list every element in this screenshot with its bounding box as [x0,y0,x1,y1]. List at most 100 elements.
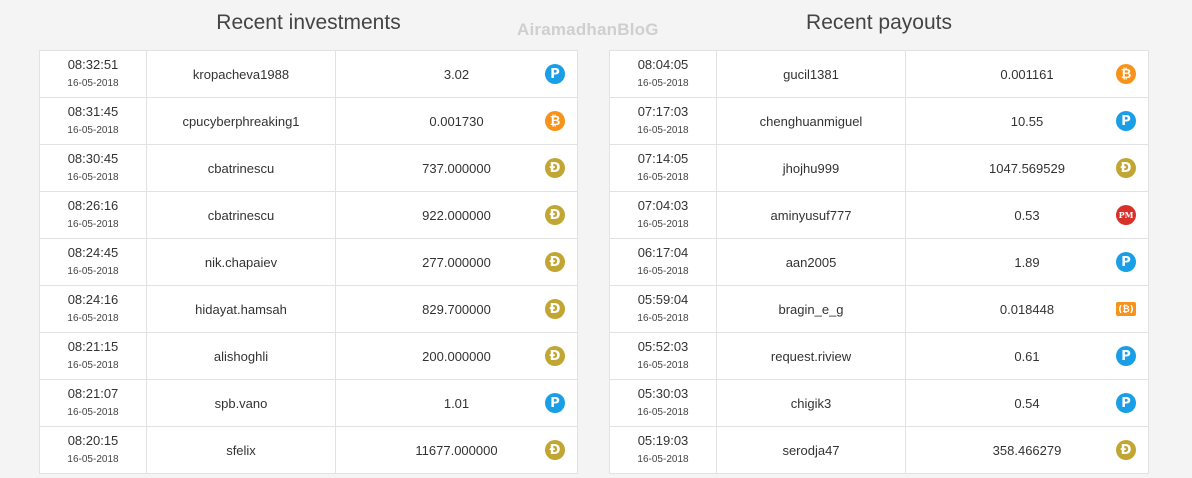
date-text: 16-05-2018 [67,172,119,183]
amount-text: 0.001161 [1000,66,1054,82]
recent-investments-panel: Recent investments 08:32:51 16-05-2018 kro… [39,0,578,474]
table-row: 08:30:45 16-05-2018 cbatrinescu 737.000000 Đ [39,144,578,192]
payeer-icon: P [1116,393,1136,413]
dogecoin-icon: Đ [545,440,565,460]
username-cell: kropacheva1988 [146,50,336,98]
username-cell: cbatrinescu [146,144,336,192]
perfect-money-icon: PM [1116,205,1136,225]
amount-cell: 737.000000 Đ [335,144,578,192]
table-row: 08:20:15 16-05-2018 sfelix 11677.000000 Đ [39,426,578,474]
amount-text: 0.61 [1014,348,1040,364]
table-row: 08:04:05 16-05-2018 gucil1381 0.001161 ₿ [609,50,1149,98]
table-row: 05:59:04 16-05-2018 bragin_e_g 0.018448 (₿) [609,285,1149,333]
amount-cell: 1.01 P [335,379,578,427]
username-cell: aan2005 [716,238,906,286]
dogecoin-icon: Đ [545,346,565,366]
time-text: 07:17:03 [637,104,689,119]
dogecoin-icon: Đ [1116,440,1136,460]
time-text: 08:32:51 [67,57,119,72]
time-cell: 07:17:03 16-05-2018 [609,97,717,145]
time-cell: 08:30:45 16-05-2018 [39,144,147,192]
time-text: 05:59:04 [637,292,689,307]
amount-cell: 3.02 P [335,50,578,98]
table-row: 07:04:03 16-05-2018 aminyusuf777 0.53 PM [609,191,1149,239]
username-cell: jhojhu999 [716,144,906,192]
amount-cell: 0.61 P [905,332,1149,380]
date-text: 16-05-2018 [67,313,119,324]
username-cell: aminyusuf777 [716,191,906,239]
amount-text: 0.53 [1014,207,1040,223]
time-cell: 08:21:07 16-05-2018 [39,379,147,427]
username-cell: sfelix [146,426,336,474]
table-row: 05:52:03 16-05-2018 request.riview 0.61 P [609,332,1149,380]
time-text: 05:19:03 [637,433,689,448]
amount-text: 200.000000 [422,348,491,364]
recent-payouts-title: Recent payouts [806,11,952,34]
date-text: 16-05-2018 [637,172,689,183]
username-cell: bragin_e_g [716,285,906,333]
amount-cell: 0.001161 ₿ [905,50,1149,98]
time-text: 08:21:07 [67,386,119,401]
date-text: 16-05-2018 [637,78,689,89]
time-text: 08:30:45 [67,151,119,166]
time-cell: 08:32:51 16-05-2018 [39,50,147,98]
username-cell: chigik3 [716,379,906,427]
time-text: 06:17:04 [637,245,689,260]
recent-investments-title: Recent investments [216,11,401,34]
amount-cell: 0.53 PM [905,191,1149,239]
date-text: 16-05-2018 [67,360,119,371]
time-cell: 07:04:03 16-05-2018 [609,191,717,239]
table-row: 08:26:16 16-05-2018 cbatrinescu 922.000000 Đ [39,191,578,239]
time-text: 07:14:05 [637,151,689,166]
recent-payouts-panel: Recent payouts 08:04:05 16-05-2018 gucil13… [609,0,1149,474]
date-text: 16-05-2018 [67,266,119,277]
bitcoin-cash-icon: (₿) [1116,302,1136,316]
table-row: 08:21:07 16-05-2018 spb.vano 1.01 P [39,379,578,427]
amount-cell: 277.000000 Đ [335,238,578,286]
username-cell: chenghuanmiguel [716,97,906,145]
table-row: 08:24:16 16-05-2018 hidayat.hamsah 829.7000… [39,285,578,333]
dogecoin-icon: Đ [545,205,565,225]
time-cell: 05:30:03 16-05-2018 [609,379,717,427]
table-row: 07:14:05 16-05-2018 jhojhu999 1047.569529 Đ [609,144,1149,192]
date-text: 16-05-2018 [637,454,689,465]
amount-text: 0.001730 [429,113,484,129]
investments-table: 08:32:51 16-05-2018 kropacheva1988 3.02 P 08:… [39,50,578,474]
amount-text: 1.01 [443,395,470,411]
date-text: 16-05-2018 [67,219,119,230]
username-cell: hidayat.hamsah [146,285,336,333]
time-cell: 08:04:05 16-05-2018 [609,50,717,98]
username-cell: serodja47 [716,426,906,474]
amount-cell: 10.55 P [905,97,1149,145]
amount-cell: 358.466279 Đ [905,426,1149,474]
time-text: 08:20:15 [67,433,119,448]
time-text: 08:21:15 [67,339,119,354]
payeer-icon: P [1116,346,1136,366]
amount-cell: 0.018448 (₿) [905,285,1149,333]
time-cell: 08:20:15 16-05-2018 [39,426,147,474]
payeer-icon: P [545,393,565,413]
time-cell: 08:26:16 16-05-2018 [39,191,147,239]
amount-text: 10.55 [1010,113,1044,129]
date-text: 16-05-2018 [637,407,689,418]
amount-cell: 0.001730 ₿ [335,97,578,145]
date-text: 16-05-2018 [637,219,689,230]
time-cell: 08:31:45 16-05-2018 [39,97,147,145]
date-text: 16-05-2018 [637,266,689,277]
amount-text: 922.000000 [422,207,491,223]
payouts-table: 08:04:05 16-05-2018 gucil1381 0.001161 ₿ 07:1… [609,50,1149,474]
amount-cell: 1.89 P [905,238,1149,286]
time-text: 05:30:03 [637,386,689,401]
date-text: 16-05-2018 [637,125,689,136]
amount-cell: 829.700000 Đ [335,285,578,333]
username-cell: cbatrinescu [146,191,336,239]
time-text: 05:52:03 [637,339,689,354]
table-row: 06:17:04 16-05-2018 aan2005 1.89 P [609,238,1149,286]
amount-text: 358.466279 [992,442,1062,458]
time-text: 08:04:05 [637,57,689,72]
table-row: 05:30:03 16-05-2018 chigik3 0.54 P [609,379,1149,427]
time-cell: 08:24:16 16-05-2018 [39,285,147,333]
dogecoin-icon: Đ [545,252,565,272]
table-row: 08:31:45 16-05-2018 cpucyberphreaking1 0.00… [39,97,578,145]
amount-text: 0.018448 [999,301,1055,317]
